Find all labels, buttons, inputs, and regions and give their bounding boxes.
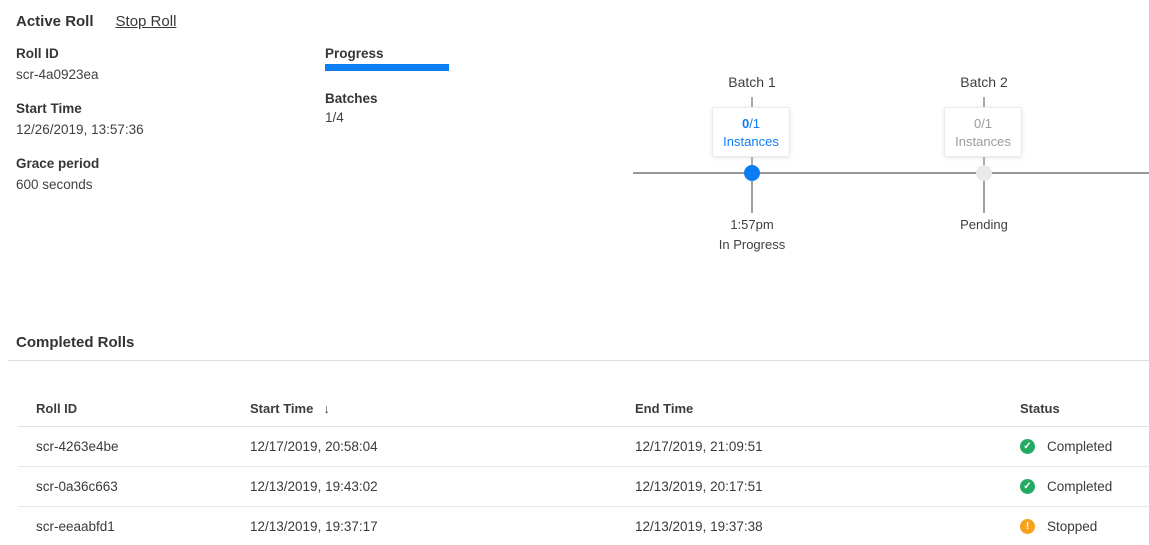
batch-1-count: 0/1 <box>742 116 760 131</box>
batch-1-status: In Progress <box>692 237 812 252</box>
table-header-row: Roll ID Start Time ↓ End Time Status <box>18 390 1149 427</box>
grace-period-label: Grace period <box>16 156 99 171</box>
cell-status: ✓ Completed <box>1020 439 1149 454</box>
column-header-end-time: End Time <box>635 401 1020 416</box>
section-divider <box>8 360 1149 361</box>
batch-2-count: 0/1 <box>974 116 992 131</box>
cell-end-time: 12/13/2019, 20:17:51 <box>635 479 1020 494</box>
rolls-page: Active Roll Stop Roll Roll ID scr-4a0923… <box>0 0 1149 545</box>
roll-id-label: Roll ID <box>16 46 99 61</box>
batch-1-count-total: /1 <box>749 116 760 131</box>
table-row[interactable]: scr-eeaabfd1 12/13/2019, 19:37:17 12/13/… <box>18 507 1149 545</box>
batch-1-tick <box>751 97 753 107</box>
batch-2-stem <box>983 181 985 213</box>
batch-2-count-total: /1 <box>981 116 992 131</box>
check-circle-icon: ✓ <box>1020 479 1035 494</box>
timeline-batch-2: Batch 2 0/1 Instances Pending <box>924 70 1044 260</box>
batch-1-instances-card[interactable]: 0/1 Instances <box>712 107 790 157</box>
cell-roll-id: scr-eeaabfd1 <box>36 519 250 534</box>
start-time-label: Start Time <box>16 101 144 116</box>
batch-1-marker-dot <box>744 165 760 181</box>
progress-bar <box>325 64 449 71</box>
batch-2-instances-label: Instances <box>955 134 1011 149</box>
column-header-roll-id: Roll ID <box>36 401 250 416</box>
batches-value: 1/4 <box>325 110 344 125</box>
cell-end-time: 12/13/2019, 19:37:38 <box>635 519 1020 534</box>
batches-label: Batches <box>325 91 378 106</box>
column-header-start-time[interactable]: Start Time ↓ <box>250 401 635 416</box>
check-circle-icon: ✓ <box>1020 439 1035 454</box>
active-roll-header: Active Roll Stop Roll <box>16 13 176 30</box>
stop-roll-link[interactable]: Stop Roll <box>116 13 177 30</box>
cell-roll-id: scr-0a36c663 <box>36 479 250 494</box>
batch-1-time: 1:57pm <box>692 217 812 232</box>
cell-roll-id: scr-4263e4be <box>36 439 250 454</box>
progress-label: Progress <box>325 46 384 61</box>
batch-1-instances-label: Instances <box>723 134 779 149</box>
active-roll-title: Active Roll <box>16 13 94 30</box>
column-header-status: Status <box>1020 401 1149 416</box>
completed-rolls-title: Completed Rolls <box>16 334 134 351</box>
batch-2-tick <box>983 97 985 107</box>
batch-2-name: Batch 2 <box>924 74 1044 90</box>
exclamation-circle-icon: ! <box>1020 519 1035 534</box>
status-label: Completed <box>1047 479 1112 494</box>
cell-status: ✓ Completed <box>1020 479 1149 494</box>
start-time-header-label: Start Time <box>250 401 313 416</box>
batch-2-instances-card: 0/1 Instances <box>944 107 1022 157</box>
field-grace-period: Grace period 600 seconds <box>16 156 99 192</box>
cell-status: ! Stopped <box>1020 519 1149 534</box>
start-time-value: 12/26/2019, 13:57:36 <box>16 122 144 137</box>
roll-id-value: scr-4a0923ea <box>16 67 99 82</box>
status-label: Stopped <box>1047 519 1097 534</box>
batch-2-status: Pending <box>924 217 1044 232</box>
sort-descending-icon[interactable]: ↓ <box>323 401 330 416</box>
field-start-time: Start Time 12/26/2019, 13:57:36 <box>16 101 144 137</box>
cell-start-time: 12/13/2019, 19:37:17 <box>250 519 635 534</box>
table-row[interactable]: scr-4263e4be 12/17/2019, 20:58:04 12/17/… <box>18 427 1149 467</box>
table-row[interactable]: scr-0a36c663 12/13/2019, 19:43:02 12/13/… <box>18 467 1149 507</box>
timeline-batch-1: Batch 1 0/1 Instances 1:57pm In Progress <box>692 70 812 260</box>
cell-start-time: 12/13/2019, 19:43:02 <box>250 479 635 494</box>
cell-end-time: 12/17/2019, 21:09:51 <box>635 439 1020 454</box>
batch-2-marker-dot <box>976 165 992 181</box>
batch-1-name: Batch 1 <box>692 74 812 90</box>
field-roll-id: Roll ID scr-4a0923ea <box>16 46 99 82</box>
cell-start-time: 12/17/2019, 20:58:04 <box>250 439 635 454</box>
completed-rolls-table: Roll ID Start Time ↓ End Time Status scr-… <box>18 390 1149 545</box>
batch-1-stem <box>751 181 753 213</box>
grace-period-value: 600 seconds <box>16 177 99 192</box>
status-label: Completed <box>1047 439 1112 454</box>
